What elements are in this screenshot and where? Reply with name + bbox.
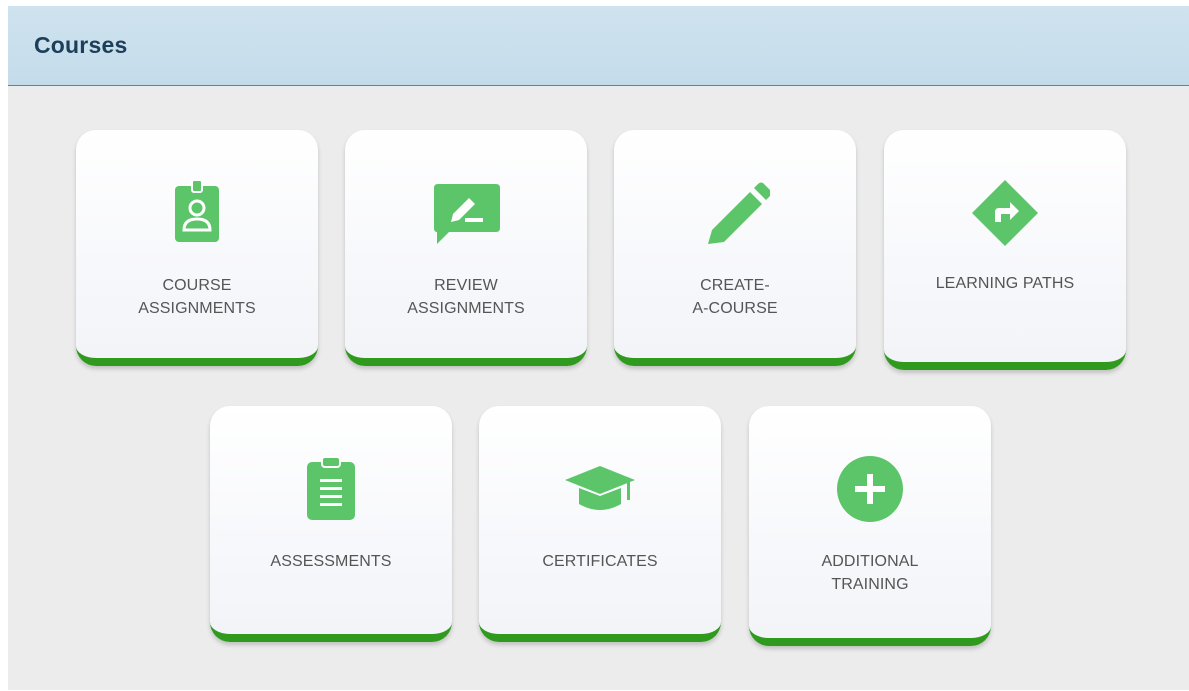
tile-label-line: ADDITIONAL xyxy=(821,553,919,570)
tile-label-line: CERTIFICATES xyxy=(542,553,658,570)
tile-label-line: ASSESSMENTS xyxy=(270,553,392,570)
tile-review-assignments[interactable]: REVIEW ASSIGNMENTS xyxy=(345,130,587,366)
graduation-cap-icon xyxy=(565,454,635,524)
tile-label-line: REVIEW xyxy=(434,277,498,294)
tile-label: LEARNING PATHS xyxy=(894,272,1116,295)
tile-label-line: TRAINING xyxy=(831,576,909,593)
tile-certificates[interactable]: CERTIFICATES xyxy=(479,406,721,642)
id-badge-icon xyxy=(162,178,232,248)
tile-label-line: LEARNING PATHS xyxy=(935,275,1075,292)
tile-label: CREATE- A-COURSE xyxy=(624,274,846,320)
tile-label: COURSE ASSIGNMENTS xyxy=(86,274,308,320)
tile-label-line: A-COURSE xyxy=(692,300,778,317)
tile-label-line: CREATE- xyxy=(700,277,770,294)
directions-sign-icon xyxy=(970,178,1040,248)
page-title: Courses xyxy=(34,32,128,58)
comment-edit-icon xyxy=(431,178,501,248)
clipboard-icon xyxy=(296,454,366,524)
courses-panel: Courses COURSE ASSIGNMENTS REVIEW ASSIGN… xyxy=(8,6,1189,690)
tile-label: ASSESSMENTS xyxy=(220,550,442,573)
tile-label-line: ASSIGNMENTS xyxy=(138,300,256,317)
tile-label-line: ASSIGNMENTS xyxy=(407,300,525,317)
tile-label: ADDITIONAL TRAINING xyxy=(759,550,981,596)
tile-learning-paths[interactable]: LEARNING PATHS xyxy=(884,130,1126,370)
tile-create-a-course[interactable]: CREATE- A-COURSE xyxy=(614,130,856,366)
panel-header: Courses xyxy=(8,6,1189,86)
tile-assessments[interactable]: ASSESSMENTS xyxy=(210,406,452,642)
pencil-icon xyxy=(700,178,770,248)
tile-additional-training[interactable]: ADDITIONAL TRAINING xyxy=(749,406,991,646)
plus-circle-icon xyxy=(835,454,905,524)
tile-course-assignments[interactable]: COURSE ASSIGNMENTS xyxy=(76,130,318,366)
tile-label-line: COURSE xyxy=(162,277,232,294)
tile-label: CERTIFICATES xyxy=(489,550,711,573)
tile-label: REVIEW ASSIGNMENTS xyxy=(355,274,577,320)
